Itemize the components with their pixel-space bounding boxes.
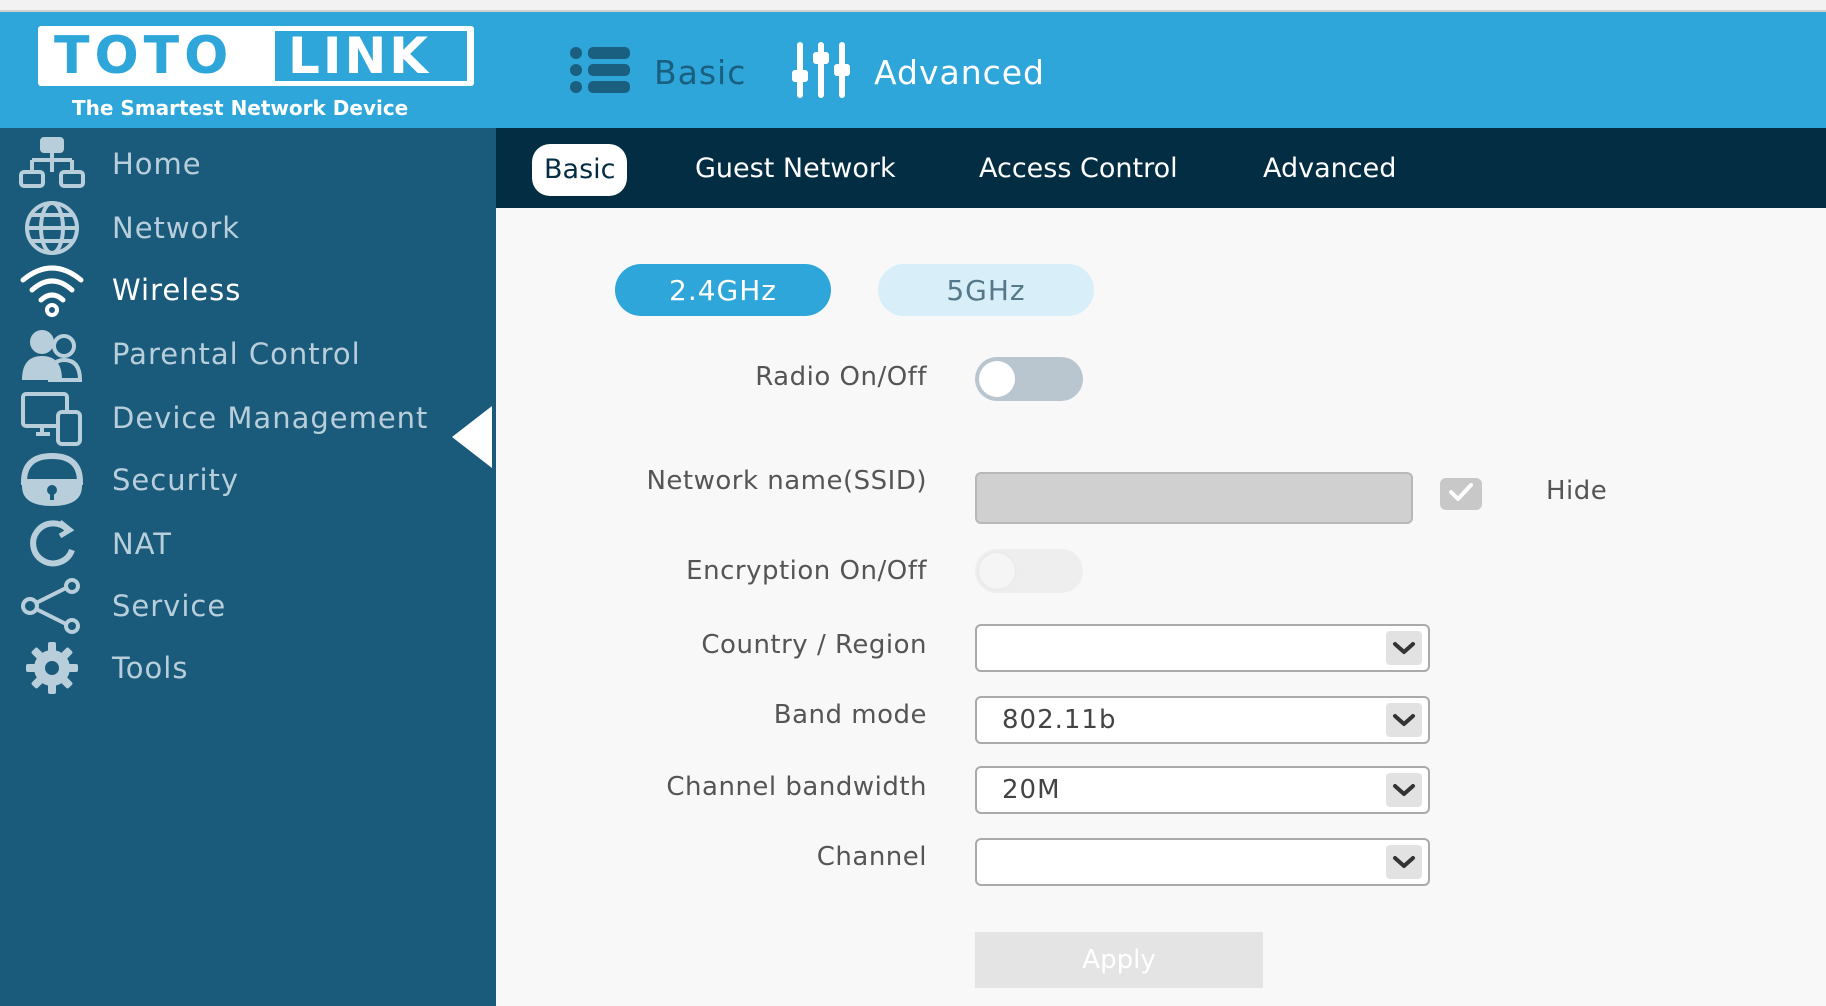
tab-basic[interactable]: Basic (532, 144, 628, 196)
band-mode-select[interactable]: 802.11b (975, 696, 1430, 744)
mode-advanced-button[interactable]: Advanced (790, 42, 1045, 102)
country-region-label: Country / Region (701, 630, 927, 660)
totolink-logo: TOTO LINK The Smartest Network Device (38, 26, 474, 126)
channel-select[interactable] (975, 838, 1430, 886)
radio-toggle[interactable] (975, 357, 1083, 401)
lock-icon (18, 446, 86, 514)
sidebar-item-label: Wireless (112, 273, 242, 307)
check-icon (1447, 481, 1475, 507)
chevron-down-icon (1386, 845, 1422, 879)
sidebar-item-label: Network (112, 211, 241, 245)
sidebar-item-home[interactable]: Home (0, 128, 496, 200)
globe-icon (18, 194, 86, 262)
select-value: 20M (1002, 775, 1061, 805)
devices-icon (18, 384, 86, 452)
band-5ghz-button[interactable]: 5GHz (878, 264, 1094, 316)
hide-ssid-label: Hide (1546, 476, 1608, 506)
sliders-icon (790, 40, 852, 104)
mode-advanced-label: Advanced (874, 52, 1046, 92)
encryption-toggle[interactable] (975, 549, 1083, 593)
chevron-down-icon (1386, 773, 1422, 807)
hide-ssid-checkbox[interactable] (1440, 478, 1482, 510)
logo-text-link: LINK (288, 27, 432, 85)
logo-text-toto: TOTO (54, 26, 234, 86)
apply-button[interactable]: Apply (975, 932, 1263, 988)
sidebar-item-parental-control[interactable]: Parental Control (0, 318, 496, 390)
sidebar-item-label: Security (112, 463, 240, 497)
toggle-knob (979, 361, 1015, 397)
band-24ghz-button[interactable]: 2.4GHz (615, 264, 831, 316)
mode-basic-button[interactable]: Basic (568, 42, 746, 102)
sub-navigation: Basic Guest Network Access Control Advan… (496, 128, 1826, 208)
sidebar-item-label: Home (112, 147, 202, 181)
chevron-down-icon (1386, 703, 1422, 737)
sidebar-item-label: Service (112, 589, 227, 623)
tab-advanced[interactable]: Advanced (1263, 144, 1396, 194)
logo-tagline: The Smartest Network Device (72, 96, 409, 120)
top-header: TOTO LINK The Smartest Network Device Ba… (0, 12, 1826, 128)
tab-access-control[interactable]: Access Control (979, 144, 1178, 194)
chevron-down-icon (1386, 631, 1422, 665)
share-icon (18, 572, 86, 640)
refresh-icon (18, 510, 86, 578)
wifi-icon (18, 256, 86, 324)
radio-label: Radio On/Off (755, 362, 927, 392)
band-mode-label: Band mode (773, 700, 927, 730)
content-panel (496, 208, 1826, 1006)
active-indicator-arrow (452, 406, 492, 468)
tab-guest-network[interactable]: Guest Network (695, 144, 896, 194)
channel-bandwidth-label: Channel bandwidth (666, 772, 927, 802)
home-network-icon (18, 130, 86, 198)
sidebar: Home Network Wireless Parental Control D… (0, 128, 496, 1006)
channel-bandwidth-select[interactable]: 20M (975, 766, 1430, 814)
parental-users-icon (18, 320, 86, 388)
mode-basic-label: Basic (654, 52, 747, 92)
browser-top-strip (0, 0, 1826, 12)
sidebar-item-label: Parental Control (112, 337, 361, 371)
list-icon (568, 45, 632, 99)
country-region-select[interactable] (975, 624, 1430, 672)
sidebar-item-label: NAT (112, 527, 172, 561)
select-value: 802.11b (1002, 705, 1117, 735)
channel-label: Channel (816, 842, 927, 872)
ssid-label: Network name(SSID) (646, 466, 927, 496)
encryption-label: Encryption On/Off (686, 556, 927, 586)
gear-icon (18, 634, 86, 702)
sidebar-item-label: Device Management (112, 401, 429, 435)
ssid-input[interactable] (975, 472, 1413, 524)
sidebar-item-tools[interactable]: Tools (0, 632, 496, 704)
toggle-knob (979, 553, 1015, 589)
sidebar-item-label: Tools (112, 651, 189, 685)
sidebar-item-wireless[interactable]: Wireless (0, 254, 496, 326)
sidebar-item-security[interactable]: Security (0, 444, 496, 516)
